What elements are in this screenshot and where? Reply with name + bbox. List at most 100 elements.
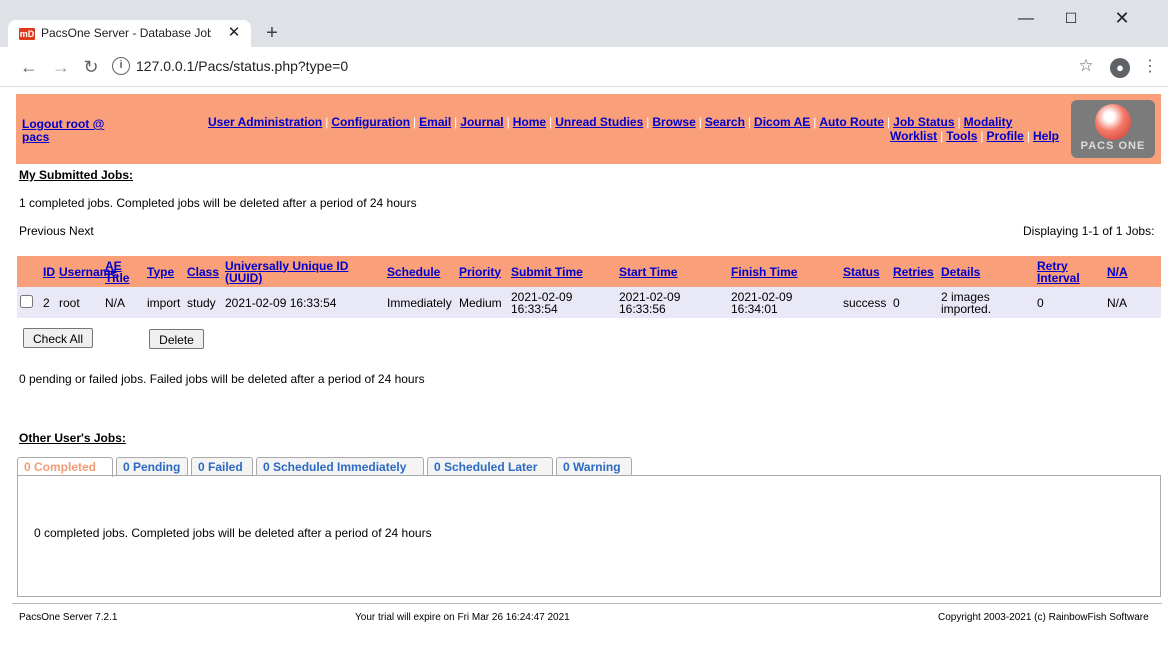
cell-type: import — [145, 287, 185, 318]
nav-link-unread-studies[interactable]: Unread Studies — [555, 115, 643, 129]
nav-link-profile[interactable]: Profile — [987, 129, 1024, 143]
cell-priority: Medium — [457, 287, 509, 318]
nav-link-user-administration[interactable]: User Administration — [208, 115, 322, 129]
sort-link-schedule[interactable]: Schedule — [387, 265, 440, 279]
sort-link-n-a[interactable]: N/A — [1107, 265, 1128, 279]
completed-note: 1 completed jobs. Completed jobs will be… — [19, 196, 417, 210]
nav-separator: | — [413, 115, 417, 129]
column-header-details: Details — [939, 256, 1035, 287]
sort-link-class[interactable]: Class — [187, 265, 219, 279]
nav-link-browse[interactable]: Browse — [652, 115, 695, 129]
cell-status: success — [841, 287, 891, 318]
bookmark-star-icon[interactable]: ☆ — [1075, 56, 1097, 78]
sort-link-id[interactable]: ID — [43, 265, 55, 279]
nav-link-auto-route[interactable]: Auto Route — [819, 115, 884, 129]
nav-link-journal[interactable]: Journal — [460, 115, 503, 129]
tab-0-pending[interactable]: 0 Pending — [116, 457, 188, 476]
sort-link-details[interactable]: Details — [941, 265, 980, 279]
displaying-count: Displaying 1-1 of 1 Jobs: — [1023, 224, 1155, 238]
new-tab-icon[interactable]: + — [261, 22, 283, 44]
logo-text: PACS ONE — [1080, 140, 1146, 152]
select-column-header — [17, 256, 41, 287]
table-row: 2 root N/A import study 2021-02-09 16:33:54 Im… — [17, 287, 1161, 318]
close-tab-icon[interactable]: ✕ — [225, 24, 243, 42]
nav-link-search[interactable]: Search — [705, 115, 745, 129]
nav-separator: | — [957, 115, 961, 129]
sort-link-ae-title[interactable]: AE Title — [105, 259, 129, 285]
other-jobs-title: Other User's Jobs: — [19, 431, 126, 445]
nav-link-worklist[interactable]: Worklist — [890, 129, 937, 143]
column-header-finish-time: Finish Time — [729, 256, 841, 287]
column-header-id: ID — [41, 256, 57, 287]
nav-separator: | — [506, 115, 510, 129]
back-icon[interactable]: ← — [18, 56, 40, 78]
url-text[interactable]: 127.0.0.1/Pacs/status.php?type=0 — [136, 58, 348, 74]
sort-link-type[interactable]: Type — [147, 265, 174, 279]
tab-0-scheduled-later[interactable]: 0 Scheduled Later — [427, 457, 553, 476]
window-close-icon[interactable]: ✕ — [1108, 8, 1136, 30]
cell-retries: 0 — [891, 287, 939, 318]
footer-version: PacsOne Server 7.2.1 — [19, 612, 118, 623]
nav-link-dicom-ae[interactable]: Dicom AE — [754, 115, 810, 129]
reload-icon[interactable]: ↻ — [80, 56, 102, 78]
check-all-button[interactable]: Check All — [23, 328, 93, 348]
column-header-schedule: Schedule — [385, 256, 457, 287]
pending-note: 0 pending or failed jobs. Failed jobs wi… — [19, 372, 425, 386]
select-cell — [17, 287, 41, 318]
sort-link-universally-unique-id-uuid[interactable]: Universally Unique ID (UUID) — [225, 259, 348, 285]
footer-copyright: Copyright 2003-2021 (c) RainbowFish Soft… — [938, 612, 1149, 623]
pacsone-logo: PACS ONE — [1071, 100, 1155, 158]
favicon-icon: mD — [19, 28, 35, 40]
maximize-icon[interactable]: ☐ — [1057, 10, 1085, 30]
column-header-username: Username — [57, 256, 117, 287]
nav-separator: | — [747, 115, 752, 129]
tab-0-scheduled-immediately[interactable]: 0 Scheduled Immediately — [256, 457, 424, 476]
cell-username: root — [57, 287, 103, 318]
nav-row-2: Worklist | Tools | Profile | Help — [890, 129, 1059, 143]
info-icon[interactable]: i — [112, 57, 130, 75]
sort-link-start-time[interactable]: Start Time — [619, 265, 677, 279]
tab-0-completed[interactable]: 0 Completed — [17, 457, 113, 477]
minimize-icon[interactable]: — — [1012, 10, 1040, 30]
panel-note: 0 completed jobs. Completed jobs will be… — [34, 526, 432, 540]
nav-separator: | — [813, 115, 817, 129]
forward-icon[interactable]: → — [50, 56, 72, 78]
delete-button[interactable]: Delete — [149, 329, 204, 349]
cell-ae-title: N/A — [103, 287, 145, 318]
footer-trial: Your trial will expire on Fri Mar 26 16:… — [355, 612, 570, 623]
menu-icon[interactable]: ⋮ — [1142, 56, 1158, 78]
nav-link-email[interactable]: Email — [419, 115, 451, 129]
tab-0-warning[interactable]: 0 Warning — [556, 457, 632, 476]
sort-link-retry-interval[interactable]: Retry Interval — [1037, 259, 1080, 285]
nav-separator: | — [454, 115, 458, 129]
sort-link-submit-time[interactable]: Submit Time — [511, 265, 583, 279]
jobs-header-row: ID Username AE Title Type Class Universally U… — [17, 256, 1161, 287]
column-header-class: Class — [185, 256, 223, 287]
row-select-checkbox[interactable] — [20, 295, 33, 308]
nav-separator: | — [887, 115, 891, 129]
nav-separator: | — [549, 115, 553, 129]
nav-link-home[interactable]: Home — [513, 115, 546, 129]
logout-link[interactable]: Logout root @ pacs — [22, 118, 132, 144]
column-header-submit-time: Submit Time — [509, 256, 617, 287]
sort-link-retries[interactable]: Retries — [893, 265, 934, 279]
column-header-ae-title: AE Title — [103, 256, 145, 287]
nav-link-tools[interactable]: Tools — [946, 129, 977, 143]
sort-link-status[interactable]: Status — [843, 265, 880, 279]
prev-next-text: Previous Next — [19, 224, 94, 238]
tab-title: PacsOne Server - Database Job S — [41, 26, 211, 40]
tab-panel: 0 completed jobs. Completed jobs will be… — [17, 475, 1161, 597]
sort-link-priority[interactable]: Priority — [459, 265, 501, 279]
profile-icon[interactable]: ● — [1110, 58, 1130, 78]
tab-0-failed[interactable]: 0 Failed — [191, 457, 253, 476]
nav-link-configuration[interactable]: Configuration — [331, 115, 410, 129]
column-header-n-a: N/A — [1105, 256, 1161, 287]
nav-link-modality[interactable]: Modality — [964, 115, 1013, 129]
browser-tab[interactable]: mD PacsOne Server - Database Job S ✕ — [8, 20, 251, 47]
nav-link-job-status[interactable]: Job Status — [893, 115, 954, 129]
sort-link-finish-time[interactable]: Finish Time — [731, 265, 797, 279]
nav-separator: | — [646, 115, 650, 129]
column-header-type: Type — [145, 256, 185, 287]
nav-link-help[interactable]: Help — [1033, 129, 1059, 143]
address-bar[interactable]: i 127.0.0.1/Pacs/status.php?type=0 — [112, 53, 1092, 81]
